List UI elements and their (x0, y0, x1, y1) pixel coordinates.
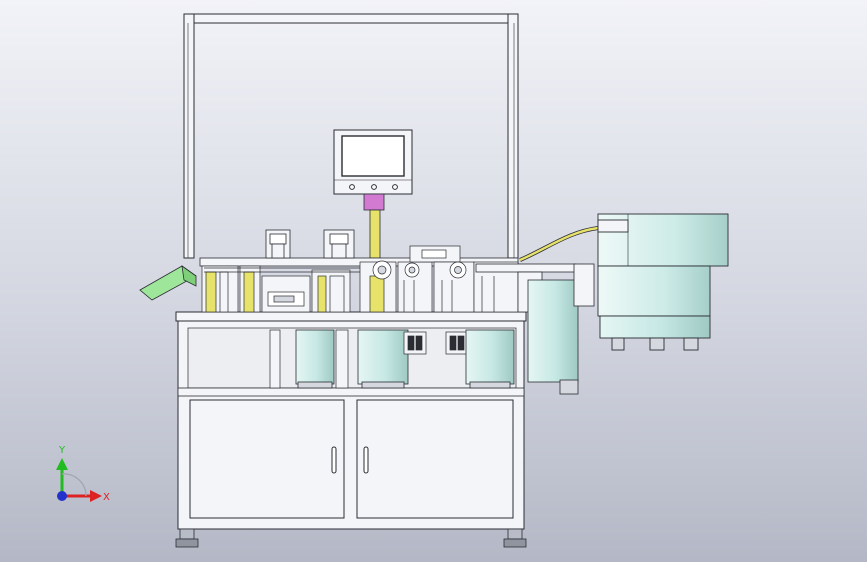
z-axis-dot (57, 491, 67, 501)
cabinet-door-right[interactable] (356, 399, 514, 519)
leveling-feet (175, 528, 527, 548)
cad-viewport[interactable]: Y X (0, 0, 867, 562)
hmi-button (392, 184, 398, 190)
servo-motor (465, 329, 515, 389)
y-axis-label: Y (58, 445, 66, 456)
hmi-button (349, 184, 355, 190)
pneumatic-cylinder (265, 229, 291, 259)
cabinet-door-left[interactable] (189, 399, 345, 519)
servo-motor (357, 329, 409, 389)
door-handle (331, 446, 337, 474)
hmi-mount-column (363, 193, 385, 259)
hmi-touch-screen (333, 129, 413, 195)
door-handle (363, 446, 369, 474)
pneumatic-cylinder (323, 229, 355, 259)
feeder-base-unit (527, 263, 595, 395)
left-station-assembly (201, 265, 360, 313)
servo-motor (295, 329, 335, 389)
hmi-button (371, 184, 377, 190)
discharge-chute (139, 265, 197, 301)
vibratory-bowl (597, 213, 729, 351)
center-station-assembly (359, 245, 519, 313)
x-axis-label: X (103, 492, 110, 503)
coordinate-triad: Y X (56, 445, 110, 503)
